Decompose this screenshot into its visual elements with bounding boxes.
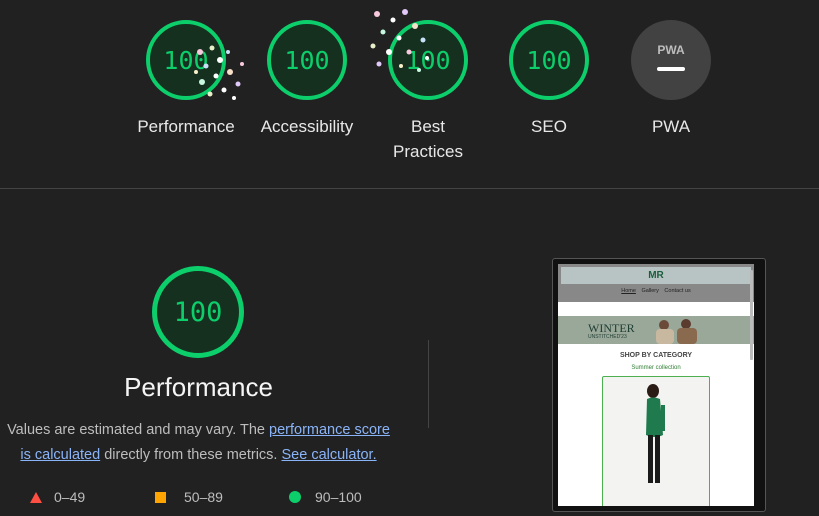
legend-pass: 90–100 <box>289 489 362 505</box>
accessibility-score-ring: 100 <box>267 20 347 100</box>
seo-score: 100 <box>526 45 572 75</box>
see-calculator-link[interactable]: See calculator. <box>281 447 376 463</box>
performance-description: Values are estimated and may vary. The p… <box>0 418 397 468</box>
section-divider <box>0 188 819 189</box>
final-screenshot[interactable]: MR Home Gallery Contact us WINTER UNSTIT… <box>552 258 766 512</box>
gauge-seo[interactable]: 100 SEO <box>489 20 609 139</box>
square-icon <box>155 491 166 503</box>
page-preview: MR Home Gallery Contact us WINTER UNSTIT… <box>558 264 754 506</box>
preview-product-card <box>602 376 710 506</box>
performance-score-large: 100 <box>173 296 223 328</box>
preview-nav-contact: Contact us <box>664 288 691 294</box>
description-prefix: Values are estimated and may vary. The <box>7 422 270 438</box>
accessibility-score: 100 <box>284 45 330 75</box>
best-practices-label: Best Practices <box>393 117 463 161</box>
legend-fail: 0–49 <box>30 489 85 505</box>
preview-header: MR Home Gallery Contact us <box>558 264 754 302</box>
confetti-icon <box>194 45 244 100</box>
preview-banner-sub: UNSTITCHED'23 <box>588 334 627 340</box>
description-middle: directly from these metrics. <box>100 447 282 463</box>
pwa-badge-text: PWA <box>657 43 685 57</box>
score-legend: 0–49 50–89 90–100 <box>0 489 420 509</box>
preview-banner: WINTER UNSTITCHED'23 <box>558 316 754 344</box>
category-gauges: 100 Performance 100 Accessibility 100 Be… <box>0 9 819 190</box>
legend-fail-label: 0–49 <box>54 489 86 505</box>
vertical-separator <box>428 340 429 428</box>
performance-label: Performance <box>137 117 235 136</box>
preview-nav: Home Gallery Contact us <box>558 288 754 294</box>
preview-collection-label: Summer collection <box>631 365 681 371</box>
gauge-pwa[interactable]: PWA PWA <box>611 20 731 139</box>
seo-score-ring: 100 <box>509 20 589 100</box>
preview-scrollbar <box>750 270 753 360</box>
preview-logo: MR <box>561 267 751 284</box>
legend-average-label: 50–89 <box>184 489 223 505</box>
seo-label: SEO <box>531 117 567 136</box>
legend-pass-label: 90–100 <box>315 489 362 505</box>
pwa-label: PWA <box>651 117 691 136</box>
gauge-accessibility[interactable]: 100 Accessibility <box>247 20 367 139</box>
triangle-icon <box>30 491 42 503</box>
banner-models-image <box>656 319 697 344</box>
performance-gauge-large: 100 <box>152 266 244 358</box>
accessibility-label: Accessibility <box>260 117 354 136</box>
circle-icon <box>289 491 301 503</box>
preview-category-heading: SHOP BY CATEGORY <box>619 352 693 359</box>
performance-title: Performance <box>124 372 273 402</box>
legend-average: 50–89 <box>155 489 223 505</box>
product-model-image <box>646 384 665 483</box>
pwa-badge: PWA <box>631 20 711 100</box>
preview-nav-home: Home <box>621 288 636 294</box>
pwa-dash-icon <box>657 67 685 71</box>
preview-nav-gallery: Gallery <box>641 288 659 294</box>
confetti-icon <box>370 9 429 72</box>
